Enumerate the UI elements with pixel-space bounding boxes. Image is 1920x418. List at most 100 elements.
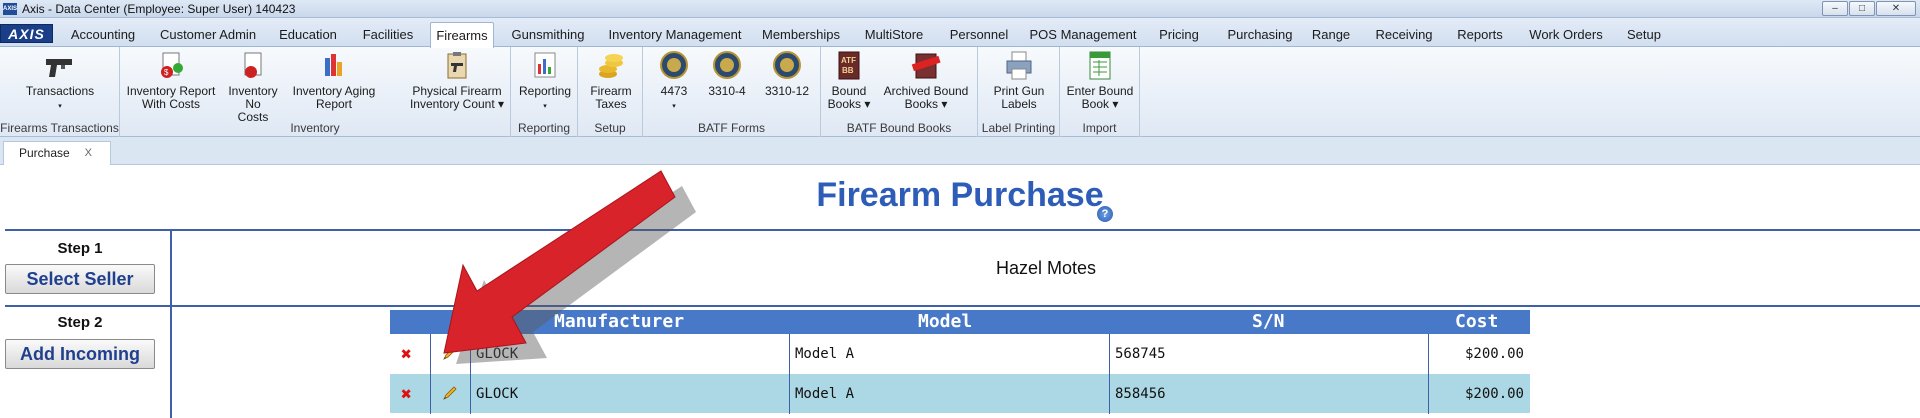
bound-books-button[interactable]: ATF BB Bound Books ▾ <box>823 50 875 111</box>
column-header-model: Model <box>918 311 973 332</box>
close-tab-icon[interactable]: X <box>85 142 92 164</box>
batf-seal-icon <box>660 51 688 79</box>
help-icon[interactable]: ? <box>1097 206 1113 222</box>
printer-icon <box>1006 51 1032 80</box>
button-label: 4473 <box>660 84 688 98</box>
print-gun-labels-button[interactable]: Print Gun Labels <box>984 50 1054 111</box>
button-label: Print Gun <box>993 84 1045 98</box>
seller-name: Hazel Motes <box>995 258 1097 278</box>
table-header: Manufacturer Model S/N Cost <box>390 310 1530 334</box>
select-seller-button[interactable]: Select Seller <box>5 264 155 294</box>
ribbon-group-inventory: $ Inventory Report With Costs Inventory … <box>120 47 511 137</box>
button-label: Book ▾ <box>1081 97 1119 111</box>
tab-setup[interactable]: Setup <box>1622 24 1666 46</box>
page-title: Firearm Purchase <box>816 176 1104 214</box>
tab-customer-admin[interactable]: Customer Admin <box>152 24 264 46</box>
tab-reports[interactable]: Reports <box>1454 24 1506 46</box>
chevron-down-icon: ▾ <box>58 103 62 110</box>
window-controls: – □ ✕ <box>1822 1 1916 16</box>
button-label: Archived Bound <box>883 84 969 98</box>
tab-accounting[interactable]: Accounting <box>62 24 144 46</box>
tab-facilities[interactable]: Facilities <box>352 24 424 46</box>
reporting-chart-icon <box>534 52 556 78</box>
delete-icon[interactable]: ✖ <box>401 386 417 404</box>
edit-cell <box>430 334 470 374</box>
divider <box>5 305 1920 307</box>
inventory-report-with-costs-button[interactable]: $ Inventory Report With Costs <box>124 50 218 111</box>
tab-range[interactable]: Range <box>1310 24 1352 46</box>
inventory-aging-report-button[interactable]: Inventory Aging Report <box>288 50 380 111</box>
minimize-button[interactable]: – <box>1822 1 1848 16</box>
form-3310-4-button[interactable]: 3310-4 <box>699 50 755 98</box>
tab-work-orders[interactable]: Work Orders <box>1522 24 1610 46</box>
app-icon: AXIS <box>3 2 17 15</box>
ribbon-group-batf-forms: 4473 ▾ 3310-4 3310-12 BATF Forms <box>643 47 821 137</box>
ribbon-group-label: Label Printing <box>981 121 1056 135</box>
cost-cell: $200.00 <box>1428 374 1530 414</box>
delete-cell: ✖ <box>390 374 430 414</box>
maximize-button[interactable]: □ <box>1849 1 1875 16</box>
step2-label: Step 2 <box>57 314 103 331</box>
sn-cell: 858456 <box>1109 374 1428 414</box>
ribbon-group-label: BATF Bound Books <box>846 121 952 135</box>
svg-text:BB: BB <box>842 66 854 75</box>
add-incoming-button[interactable]: Add Incoming <box>5 339 155 369</box>
button-label: Bound <box>831 84 867 98</box>
tab-firearms[interactable]: Firearms <box>430 22 494 48</box>
window-title: Axis - Data Center (Employee: Super User… <box>22 1 296 16</box>
tab-pricing[interactable]: Pricing <box>1150 24 1208 46</box>
archived-book-icon <box>911 53 941 79</box>
ribbon-group-setup: Firearm Taxes Setup <box>578 47 643 137</box>
tab-purchase[interactable]: Purchase X <box>3 141 111 165</box>
report-dollar-icon: $ <box>161 52 183 78</box>
button-label: Report <box>315 97 353 111</box>
column-header-sn: S/N <box>1252 311 1285 332</box>
reporting-button[interactable]: Reporting ▾ <box>515 50 575 113</box>
tab-memberships[interactable]: Memberships <box>756 24 846 46</box>
tab-pos-management[interactable]: POS Management <box>1028 24 1138 46</box>
tab-education[interactable]: Education <box>272 24 344 46</box>
form-3310-12-button[interactable]: 3310-12 <box>757 50 817 98</box>
table-row: ✖ GLOCK Model A 568745 $200.00 <box>390 334 1530 374</box>
document-tab-strip: Purchase X <box>0 137 1920 165</box>
button-label: With Costs <box>141 97 200 111</box>
tab-multistore[interactable]: MultiStore <box>858 24 930 46</box>
column-header-manufacturer: Manufacturer <box>554 311 685 332</box>
ribbon-group-label: Reporting <box>517 121 571 135</box>
axis-logo[interactable]: AXIS <box>0 24 53 43</box>
pencil-icon[interactable] <box>441 386 459 402</box>
transactions-button[interactable]: Transactions ▾ <box>10 50 110 113</box>
button-label: Labels <box>1001 97 1037 111</box>
archived-bound-books-button[interactable]: Archived Bound Books ▾ <box>877 50 975 111</box>
tab-personnel[interactable]: Personnel <box>942 24 1016 46</box>
tab-inventory-management[interactable]: Inventory Management <box>604 24 746 46</box>
form-4473-button[interactable]: 4473 ▾ <box>649 50 699 113</box>
enter-bound-book-button[interactable]: Enter Bound Book ▾ <box>1064 50 1136 111</box>
close-window-button[interactable]: ✕ <box>1876 1 1916 16</box>
ribbon: Transactions ▾ Firearms Transactions $ I… <box>0 47 1920 137</box>
title-bar: AXIS Axis - Data Center (Employee: Super… <box>0 0 1920 18</box>
ribbon-group-label: Inventory <box>290 121 340 135</box>
ribbon-group-import: Enter Bound Book ▾ Import <box>1060 47 1140 137</box>
clipboard-pistol-icon <box>447 52 467 79</box>
tab-purchasing[interactable]: Purchasing <box>1220 24 1300 46</box>
delete-icon[interactable]: ✖ <box>401 346 417 364</box>
inventory-no-costs-button[interactable]: Inventory No Costs <box>220 50 286 124</box>
ribbon-group-label: Import <box>1082 121 1117 135</box>
button-label: Enter Bound <box>1066 84 1134 98</box>
spreadsheet-icon <box>1089 51 1111 80</box>
delete-cell: ✖ <box>390 334 430 374</box>
ribbon-group-reporting: Reporting ▾ Reporting <box>511 47 578 137</box>
ribbon-group-label-printing: Print Gun Labels Label Printing <box>978 47 1060 137</box>
tab-purchase-label: Purchase <box>19 146 70 160</box>
firearm-taxes-button[interactable]: Firearm Taxes <box>582 50 640 111</box>
button-label: Inventory No <box>228 84 278 111</box>
tab-receiving[interactable]: Receiving <box>1366 24 1442 46</box>
tab-gunsmithing[interactable]: Gunsmithing <box>500 24 596 46</box>
button-label: Books ▾ <box>827 97 871 111</box>
table-row: ✖ GLOCK Model A 858456 $200.00 <box>390 374 1530 414</box>
physical-firearm-inventory-count-button[interactable]: Physical Firearm Inventory Count ▾ <box>406 50 508 111</box>
sn-cell: 568745 <box>1109 334 1428 374</box>
pencil-icon[interactable] <box>441 346 459 362</box>
button-label: Inventory Aging <box>292 84 376 98</box>
